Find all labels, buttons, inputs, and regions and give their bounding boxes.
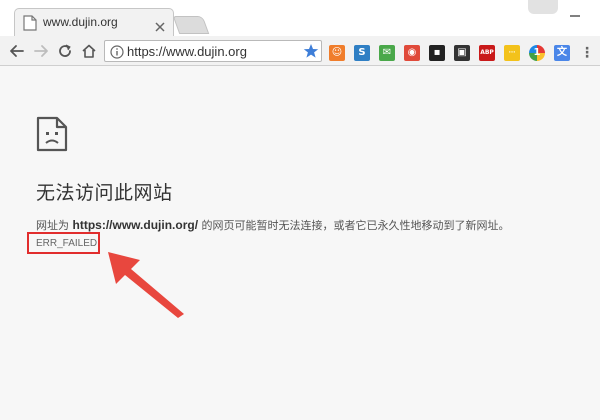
home-icon[interactable] [80,42,98,60]
ext-ghost-glyph: ▣ [457,47,467,58]
ext-green-icon[interactable]: ✉ [379,45,395,61]
ext-dark-glyph: ▪ [433,47,441,58]
ext-orange-icon[interactable]: ☺ [329,45,345,61]
info-icon[interactable] [110,44,124,59]
error-desc-suffix: 的网页可能暂时无法连接，或者它已永久性地移动到了新网址。 [198,219,510,232]
ext-dark-icon[interactable]: ▪ [429,45,445,61]
reload-icon[interactable] [56,42,74,60]
url-input[interactable] [127,42,297,60]
ext-colorwheel-glyph: 1 [533,47,541,58]
menu-icon[interactable]: ⋮ [579,45,595,61]
browser-toolbar: ☺ S ✉ ◉ ▪ ▣ ABP ··· 1 文 ⋮ [0,36,600,66]
ext-yellow-glyph: ··· [508,49,516,56]
browser-tab[interactable]: www.dujin.org [14,8,174,36]
profile-button[interactable] [528,0,558,14]
sad-document-icon [36,116,68,152]
abp-icon[interactable]: ABP [479,45,495,61]
annotation-arrow-icon [100,248,190,320]
ext-ghost-icon[interactable]: ▣ [454,45,470,61]
ext-red-icon[interactable]: ◉ [404,45,420,61]
ext-blue-s-icon[interactable]: S [354,45,370,61]
back-icon[interactable] [8,42,26,60]
close-icon[interactable] [155,17,165,32]
error-desc-url: https://www.dujin.org/ [72,218,199,232]
tab-title: www.dujin.org [43,15,118,29]
ext-red-glyph: ◉ [407,47,417,58]
error-desc-prefix: 网址为 [36,219,73,232]
ext-blue-s-glyph: S [358,47,366,58]
tab-strip: www.dujin.org [0,0,600,36]
ext-yellow-icon[interactable]: ··· [504,45,520,61]
ext-orange-glyph: ☺ [331,47,343,58]
new-tab-button[interactable] [172,16,210,34]
translate-icon[interactable]: 文 [554,45,570,61]
error-title: 无法访问此网站 [36,182,173,204]
menu-glyph: ⋮ [580,45,594,61]
bookmark-star-icon[interactable] [303,43,319,59]
annotation-highlight-box [27,232,100,254]
ext-green-glyph: ✉ [382,47,392,58]
page-icon [23,15,37,31]
ext-colorwheel-icon[interactable]: 1 [529,45,545,61]
address-bar[interactable] [104,40,322,62]
minimize-icon[interactable] [570,4,580,17]
error-description: 网址为 https://www.dujin.org/ 的网页可能暂时无法连接，或… [36,217,510,233]
abp-glyph: ABP [480,49,494,56]
forward-icon[interactable] [32,42,50,60]
translate-glyph: 文 [557,47,567,58]
